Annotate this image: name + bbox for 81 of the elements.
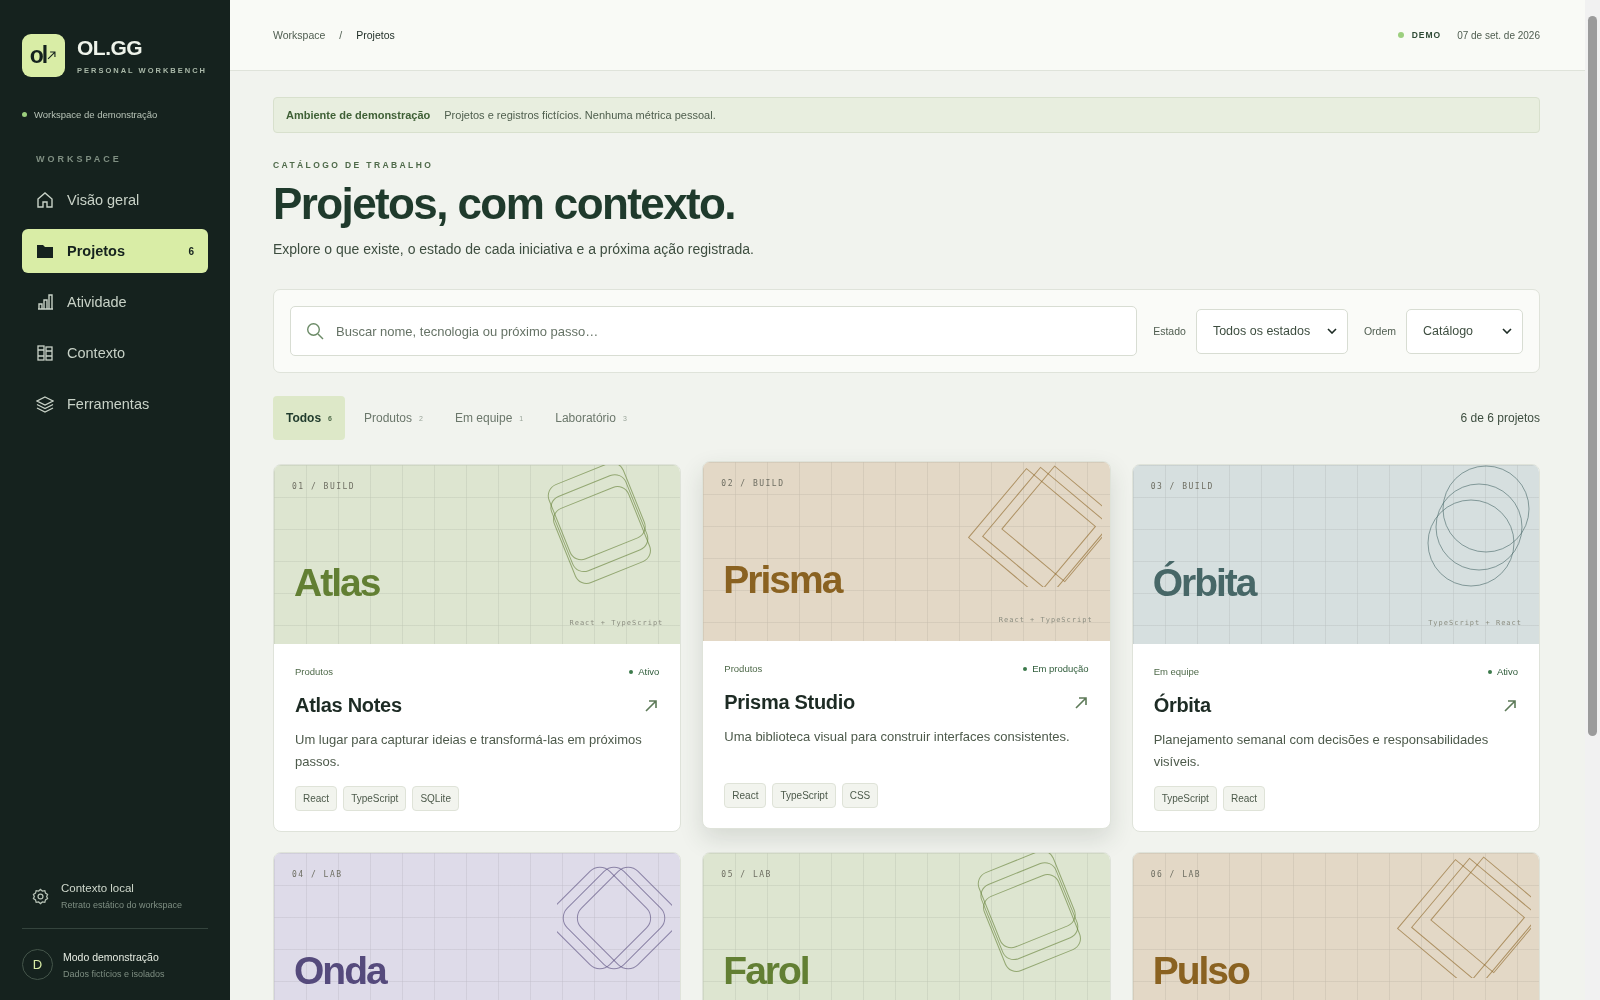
- footer-title: Contexto local: [61, 882, 135, 894]
- status-dot: [1023, 666, 1028, 671]
- project-code: 03 / BUILD: [1150, 482, 1214, 491]
- arrow-icon: [643, 697, 660, 714]
- chevron-icon: [1502, 328, 1512, 334]
- notice-title: Ambiente de demonstração: [286, 109, 431, 121]
- logo-letters: ol: [29, 42, 47, 69]
- tech-tag: SQLite: [412, 786, 459, 811]
- section-label: WORKSPACE: [36, 154, 123, 164]
- scrollbar-thumb[interactable]: [1588, 16, 1597, 736]
- banner-title: Prisma: [723, 560, 842, 599]
- breadcrumb-link[interactable]: Workspace: [273, 29, 326, 41]
- date-label: 07 de set. de 2026: [1457, 29, 1540, 41]
- nav-item[interactable]: Atividade: [22, 280, 208, 324]
- filter-dropdown[interactable]: Todos os estados: [1195, 308, 1348, 354]
- project-description: Uma biblioteca visual para construir interfaces consistentes.: [724, 728, 1071, 746]
- project-code: 01 / BUILD: [292, 482, 356, 491]
- nav-item[interactable]: Visão geral: [22, 178, 208, 222]
- notice-text: Projetos e registros fictícios. Nenhuma métrica pessoal.: [444, 109, 716, 121]
- home-icon: [36, 191, 54, 209]
- tech-tag: React: [1222, 786, 1266, 811]
- breadcrumb-separator: /: [339, 29, 343, 41]
- result-count: 6 de 6 projetos: [1460, 411, 1540, 425]
- arrow-icon: [1502, 697, 1518, 714]
- layers-icon: [36, 395, 54, 413]
- brand-name: OL.GG: [77, 36, 144, 60]
- project-code: 05 / LAB: [721, 870, 772, 879]
- chevron-icon: [1326, 328, 1337, 334]
- project-code: 04 / LAB: [292, 870, 343, 879]
- banner-title: Farol: [723, 951, 809, 990]
- user-subtitle: Dados fictícios e isolados: [63, 968, 165, 979]
- demo-label: DEMO: [1411, 30, 1442, 40]
- user-name: Modo demonstração: [63, 950, 160, 963]
- status-label: Em produção: [1032, 663, 1089, 674]
- filter-label: Ordem: [1363, 325, 1396, 337]
- status-dot: [1487, 669, 1492, 674]
- project-title: Atlas Notes: [295, 694, 402, 717]
- category-label: Produtos: [724, 663, 763, 674]
- category-label: Produtos: [295, 666, 334, 677]
- tech-tag: TypeScript: [343, 786, 407, 811]
- banner-title: Órbita: [1152, 563, 1256, 602]
- project-card[interactable]: 05 / LAB Farol: [702, 852, 1111, 1000]
- status-label: Ativo: [1496, 666, 1518, 677]
- tech-tag: React: [295, 786, 338, 811]
- nav-item[interactable]: Projetos 6: [22, 229, 208, 273]
- settings-icon: [32, 888, 49, 905]
- banner-title: Pulso: [1152, 951, 1249, 990]
- tech-tag: TypeScript: [772, 783, 836, 808]
- project-code: 02 / BUILD: [721, 479, 785, 488]
- status-dot: [1397, 32, 1404, 38]
- project-card[interactable]: 06 / LAB Pulso: [1131, 852, 1540, 1000]
- project-description: Planejamento semanal com decisões e responsabilidades visíveis.: [1153, 731, 1490, 771]
- project-description: Um lugar para capturar ideias e transformá-las em próximos passos.: [295, 731, 643, 771]
- tech-tag: React: [724, 783, 767, 808]
- arrow-icon: [46, 50, 58, 61]
- project-title: Prisma Studio: [724, 691, 855, 714]
- search-field[interactable]: Buscar nome, tecnologia ou próximo passo…: [290, 306, 1138, 356]
- page-title: Projetos, com contexto.: [273, 179, 736, 229]
- bar-chart-icon: [36, 293, 54, 311]
- nav-item[interactable]: Ferramentas: [22, 382, 208, 426]
- breadcrumb-current: Projetos: [356, 29, 395, 41]
- tech-tag: TypeScript: [1153, 786, 1217, 811]
- page-subtitle: Explore o que existe, o estado de cada iniciativa e a próxima ação registrada.: [273, 241, 755, 257]
- banner-title: Onda: [294, 951, 386, 990]
- filter-label: Estado: [1153, 325, 1186, 337]
- footer-subtitle: Retrato estático do workspace: [61, 900, 183, 910]
- project-title: Órbita: [1153, 694, 1211, 717]
- tech-tag: CSS: [841, 783, 879, 808]
- nav-item[interactable]: Contexto: [22, 331, 208, 375]
- filter-dropdown[interactable]: Catálogo: [1406, 308, 1523, 354]
- status-dot: [629, 669, 634, 674]
- category-label: Em equipe: [1153, 666, 1200, 677]
- folder-icon: [36, 242, 54, 260]
- workspace-name: Workspace de demonstração: [34, 109, 158, 120]
- banner-title: Atlas: [294, 563, 380, 602]
- project-card[interactable]: 04 / LAB Onda: [273, 852, 682, 1000]
- books-icon: [36, 344, 54, 362]
- project-code: 06 / LAB: [1150, 870, 1202, 879]
- eyebrow-label: CATÁLOGO DE TRABALHO: [273, 160, 435, 170]
- status-label: Ativo: [638, 666, 660, 677]
- status-dot: [22, 112, 27, 117]
